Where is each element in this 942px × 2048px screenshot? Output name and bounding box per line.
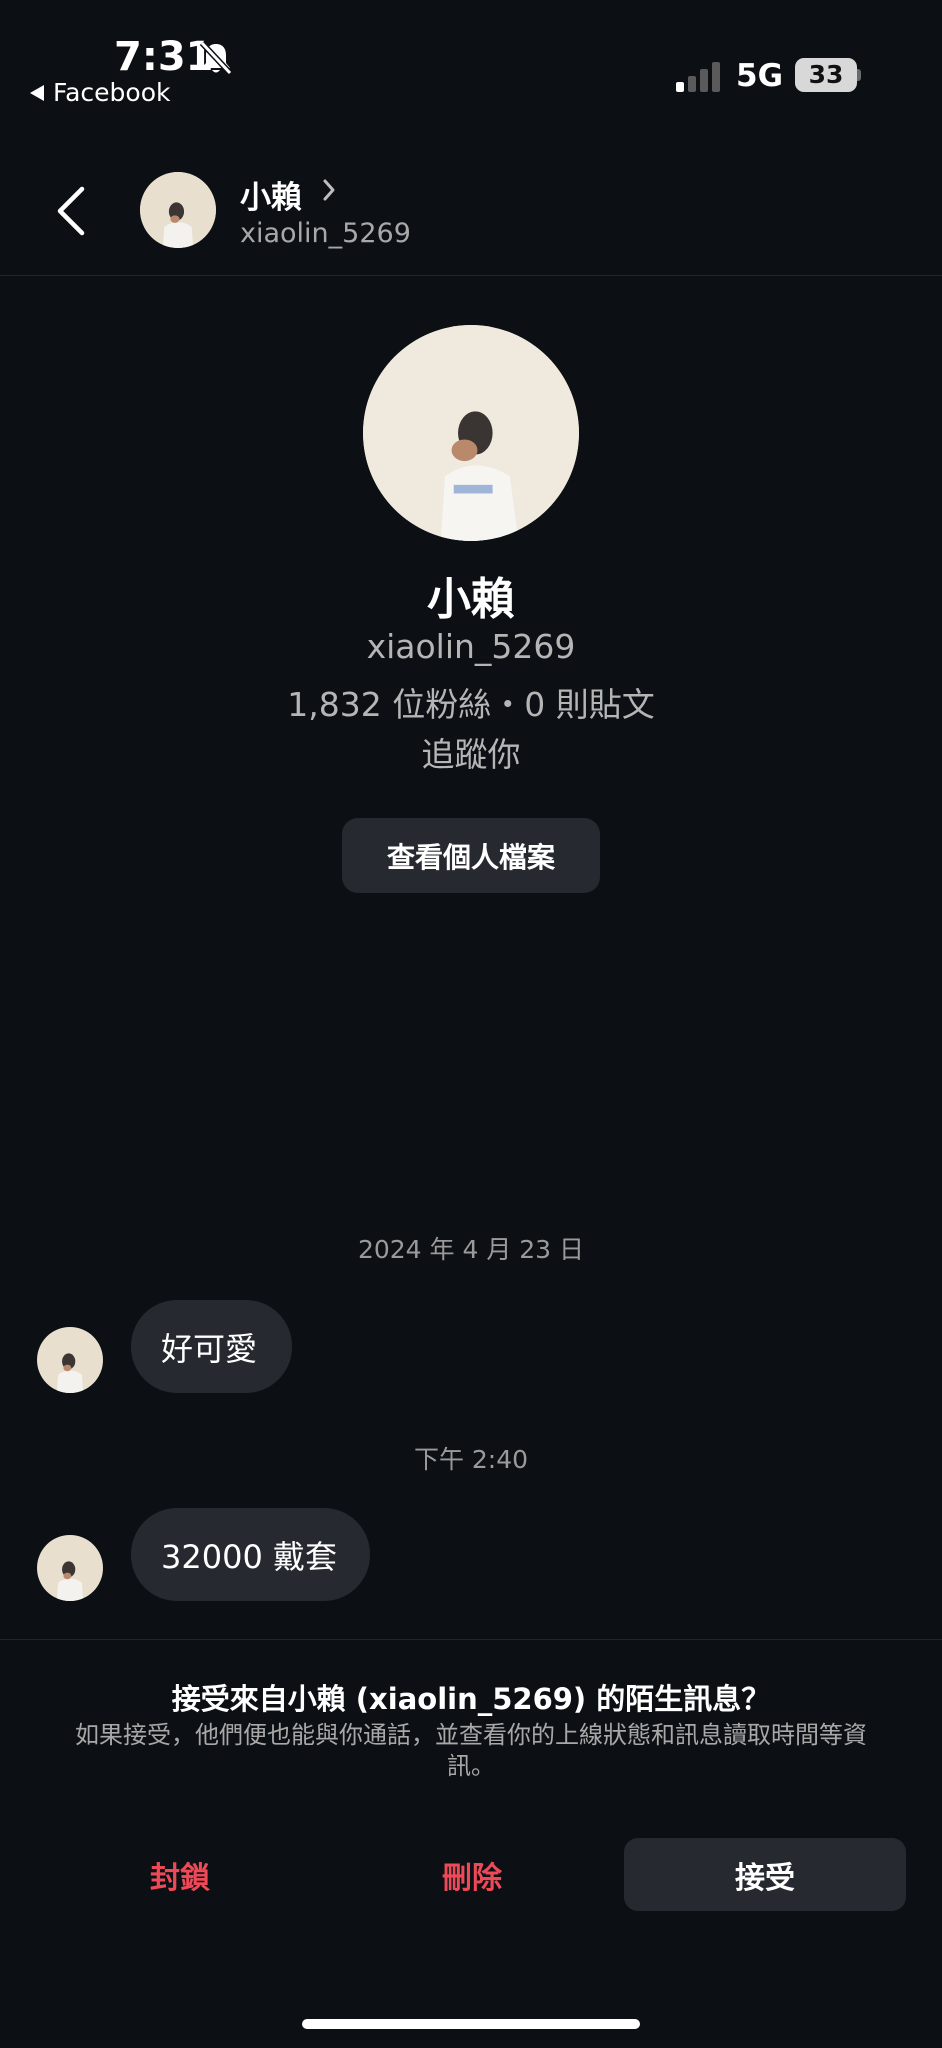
battery-icon: 33 <box>795 58 857 92</box>
follows-you-label: 追蹤你 <box>421 735 521 774</box>
message-bubble[interactable]: 好可愛 <box>131 1300 292 1393</box>
home-indicator[interactable] <box>302 2019 640 2029</box>
message-text: 好可愛 <box>161 1329 258 1368</box>
back-to-app-link[interactable]: Facebook <box>30 78 170 107</box>
header-divider <box>0 275 942 276</box>
message-timestamp: 下午 2:40 <box>413 1445 529 1474</box>
chevron-right-icon[interactable] <box>320 176 338 204</box>
profile-username: xiaolin_5269 <box>366 627 576 666</box>
signal-icon <box>676 62 720 92</box>
header-username: xiaolin_5269 <box>240 218 411 249</box>
back-triangle-icon <box>30 84 44 101</box>
request-divider <box>0 1639 942 1640</box>
view-profile-button[interactable]: 查看個人檔案 <box>342 818 600 893</box>
accept-button[interactable]: 接受 <box>624 1838 906 1911</box>
profile-stats: 1,832 位粉絲・0 則貼文 <box>287 685 655 724</box>
block-button[interactable]: 封鎖 <box>40 1838 320 1911</box>
bell-muted-icon <box>199 40 233 76</box>
delete-button[interactable]: 刪除 <box>332 1838 612 1911</box>
message-text: 32000 戴套 <box>161 1537 337 1576</box>
request-title: 接受來自小賴 (xiaolin_5269) 的陌生訊息？ <box>171 1682 771 1716</box>
message-bubble[interactable]: 32000 戴套 <box>131 1508 370 1601</box>
network-type: 5G <box>736 58 784 94</box>
profile-name: 小賴 <box>427 574 515 625</box>
battery-nub <box>857 69 861 81</box>
back-chevron-icon[interactable] <box>52 183 92 239</box>
request-description: 如果接受，他們便也能與你通話，並查看你的上線狀態和訊息讀取時間等資訊。 <box>75 1721 867 1780</box>
header-name[interactable]: 小賴 <box>240 172 302 217</box>
header-avatar[interactable] <box>140 172 216 248</box>
sender-avatar[interactable] <box>37 1327 103 1393</box>
back-app-label: Facebook <box>53 78 171 107</box>
profile-avatar[interactable] <box>363 325 579 541</box>
message-timestamp: 2024 年 4 月 23 日 <box>357 1235 585 1264</box>
sender-avatar[interactable] <box>37 1535 103 1601</box>
